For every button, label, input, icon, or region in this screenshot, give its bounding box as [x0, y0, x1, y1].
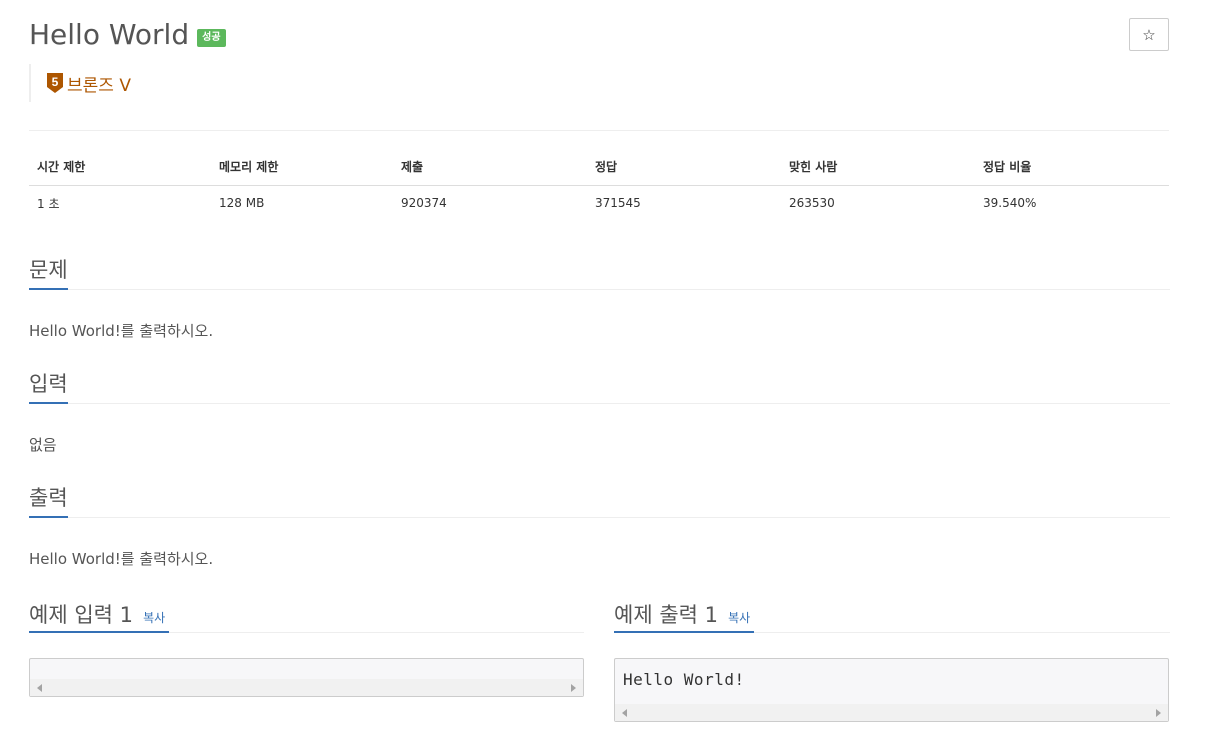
scroll-left-icon[interactable] [37, 684, 42, 692]
output-section-header: 출력 [29, 485, 1170, 518]
problem-heading: 문제 [29, 257, 68, 290]
stats-value-row: 1 초 128 MB 920374 371545 263530 39.540% [29, 185, 1169, 221]
sample-output-header: 예제 출력 1 복사 [614, 599, 1170, 633]
sample-input-heading: 예제 입력 1 [29, 603, 133, 627]
tier-info: 5 브론즈 V [29, 64, 131, 102]
sample-output-heading: 예제 출력 1 [614, 603, 718, 627]
favorite-button[interactable]: ☆ [1129, 18, 1169, 51]
stats-header-time: 시간 제한 [29, 150, 211, 186]
tier-label: 브론즈 V [67, 75, 131, 96]
problem-title: Hello World [29, 18, 190, 51]
problem-description: Hello World!를 출력하시오. [29, 322, 214, 340]
output-description: Hello World!를 출력하시오. [29, 550, 214, 568]
scroll-left-icon[interactable] [622, 709, 627, 717]
stats-submissions: 920374 [401, 196, 447, 211]
divider [29, 130, 1169, 131]
problem-section-header: 문제 [29, 257, 1170, 290]
stats-solvers: 263530 [789, 196, 835, 211]
sample-input-copy-button[interactable]: 복사 [143, 611, 165, 625]
stats-header-memory: 메모리 제한 [211, 150, 393, 186]
stats-header-solvers: 맞힌 사람 [781, 150, 975, 186]
sample-output-content: Hello World! [623, 670, 745, 689]
sample-output-copy-button[interactable]: 복사 [728, 611, 750, 625]
title-row: Hello World 성공 [29, 18, 226, 51]
scroll-right-icon[interactable] [1156, 709, 1161, 717]
problem-stats-table: 시간 제한 메모리 제한 제출 정답 맞힌 사람 정답 비율 1 초 128 M… [29, 150, 1169, 221]
stats-memory-limit: 128 MB [219, 196, 265, 211]
stats-header-accepted: 정답 [587, 150, 781, 186]
sample-output-scrollbar[interactable] [615, 704, 1168, 721]
sample-input-scrollbar[interactable] [30, 679, 583, 696]
bronze-tier-icon: 5 [47, 73, 63, 93]
star-icon: ☆ [1142, 25, 1156, 44]
input-heading: 입력 [29, 371, 68, 404]
scroll-right-icon[interactable] [571, 684, 576, 692]
input-description: 없음 [29, 436, 57, 454]
stats-ratio: 39.540% [983, 196, 1037, 211]
output-heading: 출력 [29, 485, 68, 518]
input-section-header: 입력 [29, 371, 1170, 404]
stats-header-ratio: 정답 비율 [975, 150, 1169, 186]
sample-output-box[interactable]: Hello World! [614, 658, 1169, 722]
stats-time-limit: 1 초 [37, 196, 60, 211]
result-badge: 성공 [197, 28, 226, 47]
stats-header-submissions: 제출 [393, 150, 587, 186]
stats-header-row: 시간 제한 메모리 제한 제출 정답 맞힌 사람 정답 비율 [29, 150, 1169, 186]
sample-input-box[interactable] [29, 658, 584, 697]
stats-accepted: 371545 [595, 196, 641, 211]
tier-number: 5 [52, 75, 59, 89]
sample-input-header: 예제 입력 1 복사 [29, 599, 584, 633]
